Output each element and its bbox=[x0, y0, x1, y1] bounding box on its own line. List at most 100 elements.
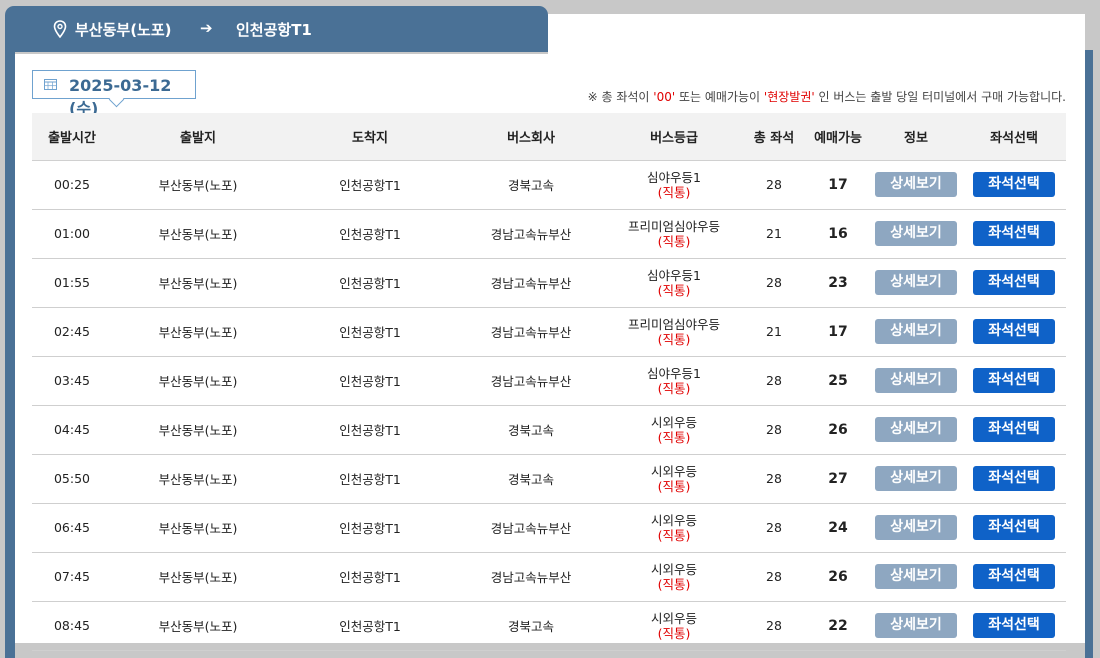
available-seats: 26 bbox=[828, 421, 848, 438]
route-origin: 부산동부(노포) bbox=[75, 21, 172, 39]
departure-time: 01:55 bbox=[53, 275, 91, 290]
col-departure-time: 출발시간 bbox=[32, 113, 112, 161]
table-row: 05:50 부산동부(노포) 인천공항T1 경북고속 시외우등 (직통) 28 27 상세보기 좌… bbox=[32, 454, 1066, 503]
origin-terminal: 부산동부(노포) bbox=[158, 619, 238, 634]
destination-terminal: 인천공항T1 bbox=[339, 423, 401, 438]
details-button[interactable]: 상세보기 bbox=[875, 221, 957, 246]
details-button[interactable]: 상세보기 bbox=[875, 270, 957, 295]
destination-terminal: 인천공항T1 bbox=[339, 521, 401, 536]
details-button[interactable]: 상세보기 bbox=[875, 564, 957, 589]
select-seat-button[interactable]: 좌석선택 bbox=[973, 221, 1055, 246]
bus-grade-name: 시외우등 bbox=[650, 561, 697, 577]
bus-company: 경남고속뉴부산 bbox=[490, 227, 572, 242]
date-selector[interactable]: 2025-03-12 (수) bbox=[32, 70, 196, 118]
bus-grade-name: 프리미엄심야우등 bbox=[627, 316, 720, 332]
origin-terminal: 부산동부(노포) bbox=[158, 472, 238, 487]
seat-cell: 좌석선택 bbox=[962, 307, 1066, 356]
bus-grade-name: 프리미엄심야우등 bbox=[627, 218, 720, 234]
origin-terminal: 부산동부(노포) bbox=[158, 423, 238, 438]
departure-time: 04:45 bbox=[53, 422, 91, 437]
bus-company: 경남고속뉴부산 bbox=[490, 276, 572, 291]
total-seats: 28 bbox=[766, 422, 782, 437]
bus-company: 경북고속 bbox=[507, 472, 554, 487]
seat-cell: 좌석선택 bbox=[962, 454, 1066, 503]
departure-time: 03:45 bbox=[53, 373, 91, 388]
notice-suffix: 인 버스는 출발 당일 터미널에서 구매 가능합니다. bbox=[814, 90, 1066, 104]
select-seat-button[interactable]: 좌석선택 bbox=[973, 613, 1055, 638]
bus-grade: 심야우등1 (직통) bbox=[606, 356, 742, 405]
select-seat-button[interactable]: 좌석선택 bbox=[973, 319, 1055, 344]
select-seat-button[interactable]: 좌석선택 bbox=[973, 417, 1055, 442]
table-row: 04:45 부산동부(노포) 인천공항T1 경북고속 시외우등 (직통) 28 26 상세보기 좌… bbox=[32, 405, 1066, 454]
info-cell: 상세보기 bbox=[870, 356, 962, 405]
bus-grade: 프리미엄심야우등 (직통) bbox=[606, 209, 742, 258]
bus-grade-type: (직통) bbox=[657, 429, 691, 445]
details-button[interactable]: 상세보기 bbox=[875, 368, 957, 393]
info-cell: 상세보기 bbox=[870, 160, 962, 209]
bus-grade-type: (직통) bbox=[657, 478, 691, 494]
details-button[interactable]: 상세보기 bbox=[875, 613, 957, 638]
origin-terminal: 부산동부(노포) bbox=[158, 276, 238, 291]
seat-cell: 좌석선택 bbox=[962, 552, 1066, 601]
destination-terminal: 인천공항T1 bbox=[339, 178, 401, 193]
departure-time: 01:00 bbox=[53, 226, 91, 241]
details-button[interactable]: 상세보기 bbox=[875, 515, 957, 540]
bus-grade-type: (직통) bbox=[657, 576, 691, 592]
select-seat-button[interactable]: 좌석선택 bbox=[973, 172, 1055, 197]
route-header: 부산동부(노포) ➔ 인천공항T1 bbox=[5, 6, 548, 52]
available-seats: 27 bbox=[828, 470, 848, 487]
available-seats: 26 bbox=[828, 568, 848, 585]
arrow-right-icon: ➔ bbox=[200, 19, 213, 37]
col-destination: 도착지 bbox=[284, 113, 456, 161]
select-seat-button[interactable]: 좌석선택 bbox=[973, 466, 1055, 491]
departure-time: 00:25 bbox=[53, 177, 91, 192]
bus-grade-name: 시외우등 bbox=[650, 463, 697, 479]
details-button[interactable]: 상세보기 bbox=[875, 466, 957, 491]
info-cell: 상세보기 bbox=[870, 552, 962, 601]
total-seats: 21 bbox=[766, 324, 782, 339]
col-total-seats: 총 좌석 bbox=[742, 113, 806, 161]
total-seats: 28 bbox=[766, 569, 782, 584]
bus-grade: 심야우등1 (직통) bbox=[606, 258, 742, 307]
bus-company: 경남고속뉴부산 bbox=[490, 325, 572, 340]
calendar-icon bbox=[44, 79, 57, 90]
table-row: 06:45 부산동부(노포) 인천공항T1 경남고속뉴부산 시외우등 (직통) 28 24 상세… bbox=[32, 503, 1066, 552]
origin-terminal: 부산동부(노포) bbox=[158, 227, 238, 242]
bus-company: 경북고속 bbox=[507, 178, 554, 193]
details-button[interactable]: 상세보기 bbox=[875, 172, 957, 197]
destination-terminal: 인천공항T1 bbox=[339, 227, 401, 242]
bus-company: 경북고속 bbox=[507, 423, 554, 438]
select-seat-button[interactable]: 좌석선택 bbox=[973, 564, 1055, 589]
card-top-area bbox=[548, 14, 1085, 54]
bus-grade-name: 심야우등1 bbox=[647, 169, 701, 185]
origin-terminal: 부산동부(노포) bbox=[158, 570, 238, 585]
bus-company: 경북고속 bbox=[507, 619, 554, 634]
total-seats: 28 bbox=[766, 177, 782, 192]
select-seat-button[interactable]: 좌석선택 bbox=[973, 270, 1055, 295]
bus-grade: 시외우등 (직통) bbox=[606, 601, 742, 650]
total-seats: 28 bbox=[766, 520, 782, 535]
details-button[interactable]: 상세보기 bbox=[875, 319, 957, 344]
available-seats: 17 bbox=[828, 323, 848, 340]
bus-schedule-table: 출발시간 출발지 도착지 버스회사 버스등급 총 좌석 예매가능 정보 좌석선택… bbox=[32, 113, 1066, 651]
available-seats: 25 bbox=[828, 372, 848, 389]
col-bus-company: 버스회사 bbox=[456, 113, 606, 161]
table-header-row: 출발시간 출발지 도착지 버스회사 버스등급 총 좌석 예매가능 정보 좌석선택 bbox=[32, 113, 1066, 161]
destination-terminal: 인천공항T1 bbox=[339, 374, 401, 389]
departure-time: 05:50 bbox=[53, 471, 91, 486]
table-row: 03:45 부산동부(노포) 인천공항T1 경남고속뉴부산 심야우등1 (직통) 28 25 상… bbox=[32, 356, 1066, 405]
select-seat-button[interactable]: 좌석선택 bbox=[973, 515, 1055, 540]
route-destination: 인천공항T1 bbox=[236, 21, 312, 39]
bus-grade-name: 심야우등1 bbox=[647, 365, 701, 381]
col-bus-grade: 버스등급 bbox=[606, 113, 742, 161]
available-seats: 16 bbox=[828, 225, 848, 242]
select-seat-button[interactable]: 좌석선택 bbox=[973, 368, 1055, 393]
bus-grade-type: (직통) bbox=[657, 527, 691, 543]
frame-left-border bbox=[5, 40, 15, 658]
col-origin: 출발지 bbox=[112, 113, 284, 161]
details-button[interactable]: 상세보기 bbox=[875, 417, 957, 442]
table-row: 02:45 부산동부(노포) 인천공항T1 경남고속뉴부산 프리미엄심야우등 (직통) 21… bbox=[32, 307, 1066, 356]
origin-terminal: 부산동부(노포) bbox=[158, 178, 238, 193]
destination-terminal: 인천공항T1 bbox=[339, 472, 401, 487]
bus-company: 경남고속뉴부산 bbox=[490, 374, 572, 389]
